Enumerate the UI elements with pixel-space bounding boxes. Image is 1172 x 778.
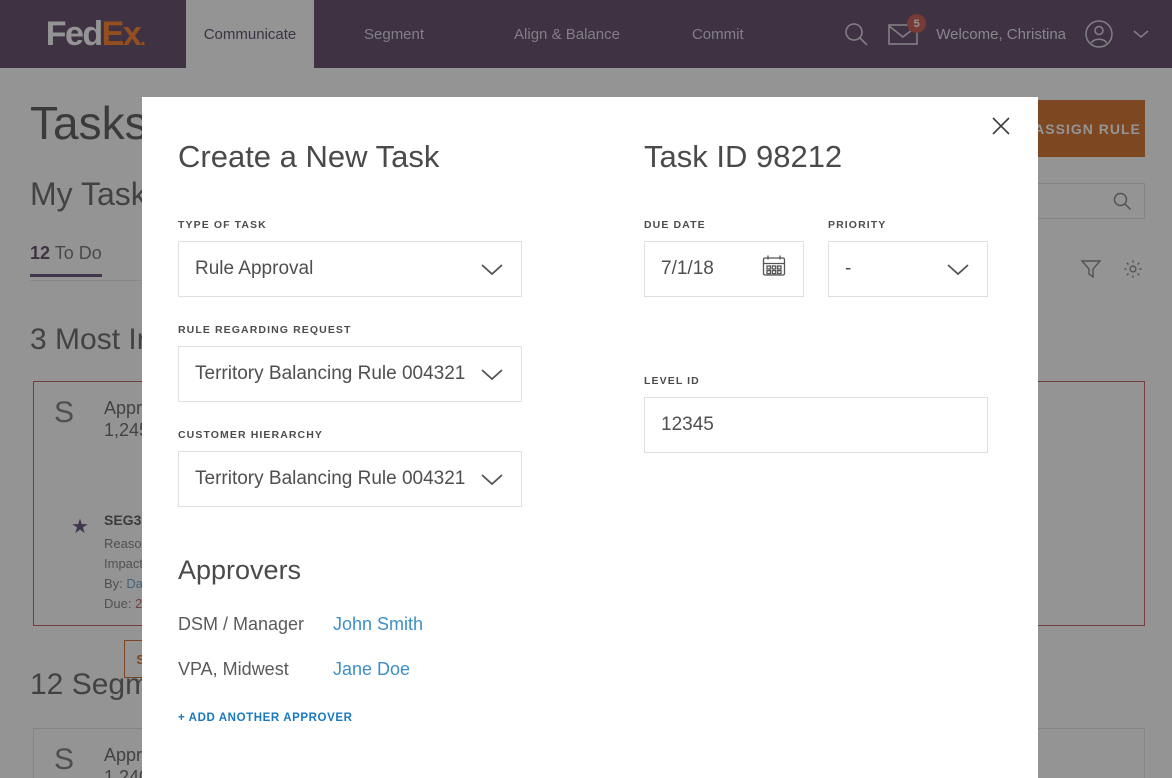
- type-of-task-value: Rule Approval: [195, 258, 314, 279]
- modal-title-create-task: Create a New Task: [178, 139, 440, 174]
- field-label: PRIORITY: [828, 219, 887, 231]
- approver-name[interactable]: Jane Doe: [333, 659, 410, 680]
- type-of-task-select[interactable]: Rule Approval: [178, 241, 522, 297]
- due-date-value: 7/1/18: [661, 258, 714, 279]
- modal-right-column: Task ID 98212 DUE DATE 7/1/18 PRIORITY -…: [644, 97, 1004, 453]
- approver-row: VPA, Midwest Jane Doe: [178, 659, 558, 680]
- approver-role: DSM / Manager: [178, 614, 305, 634]
- app-root: FedEx. Communicate Segment Align & Balan…: [0, 0, 1172, 778]
- field-customer-hierarchy: CUSTOMER HIERARCHY Territory Balancing R…: [178, 429, 558, 507]
- field-label: DUE DATE: [644, 219, 706, 231]
- due-date-input[interactable]: 7/1/18: [644, 241, 804, 297]
- field-label: RULE REGARDING REQUEST: [178, 324, 352, 336]
- rule-regarding-request-select[interactable]: Territory Balancing Rule 004321: [178, 346, 522, 402]
- due-date-priority-row: DUE DATE 7/1/18 PRIORITY -: [644, 219, 1004, 297]
- chevron-down-icon: [945, 261, 971, 277]
- level-id-input[interactable]: 12345: [644, 397, 988, 453]
- modal-left-column: Create a New Task TYPE OF TASK Rule Appr…: [178, 97, 558, 724]
- add-another-approver-link[interactable]: + ADD ANOTHER APPROVER: [178, 712, 558, 724]
- rule-regarding-request-value: Territory Balancing Rule 004321: [195, 363, 466, 384]
- calendar-icon[interactable]: [761, 253, 787, 285]
- chevron-down-icon: [479, 366, 505, 382]
- priority-select[interactable]: -: [828, 241, 988, 297]
- field-due-date: DUE DATE 7/1/18: [644, 219, 804, 297]
- field-rule-regarding-request: RULE REGARDING REQUEST Territory Balanci…: [178, 324, 558, 402]
- field-label: CUSTOMER HIERARCHY: [178, 429, 324, 441]
- priority-value: -: [845, 258, 852, 279]
- approvers-section: Approvers DSM / Manager John Smith VPA, …: [178, 555, 558, 724]
- field-label: TYPE OF TASK: [178, 219, 267, 231]
- chevron-down-icon: [479, 471, 505, 487]
- approvers-heading: Approvers: [178, 555, 302, 585]
- customer-hierarchy-select[interactable]: Territory Balancing Rule 004321: [178, 451, 522, 507]
- approver-row: DSM / Manager John Smith: [178, 614, 558, 635]
- field-type-of-task: TYPE OF TASK Rule Approval: [178, 219, 558, 297]
- create-task-modal: Create a New Task TYPE OF TASK Rule Appr…: [142, 97, 1038, 778]
- customer-hierarchy-value: Territory Balancing Rule 004321: [195, 468, 466, 489]
- modal-title-task-id: Task ID 98212: [644, 139, 843, 174]
- chevron-down-icon: [479, 261, 505, 277]
- field-label: LEVEL ID: [644, 375, 700, 387]
- field-priority: PRIORITY -: [828, 219, 988, 297]
- approver-role: VPA, Midwest: [178, 659, 289, 679]
- field-level-id: LEVEL ID 12345: [644, 375, 1004, 453]
- level-id-value: 12345: [661, 414, 714, 435]
- approver-name[interactable]: John Smith: [333, 614, 423, 635]
